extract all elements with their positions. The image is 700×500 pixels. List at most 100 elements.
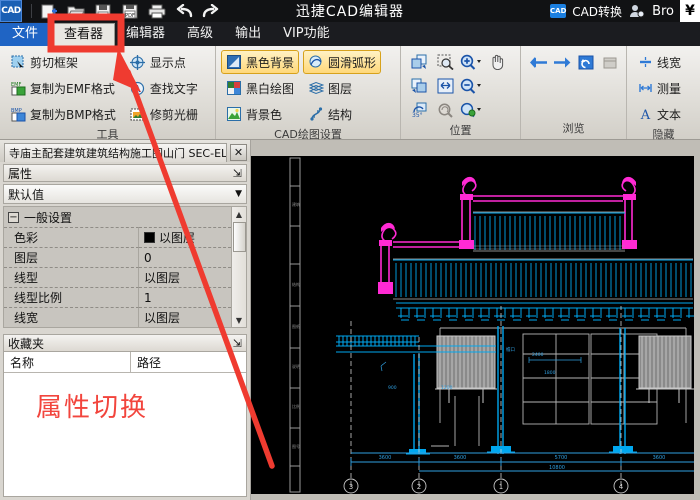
smooth-arc-button[interactable]: 圆滑弧形	[303, 50, 382, 74]
position-icon-grid: 35°	[406, 50, 510, 122]
zoom-in-icon[interactable]	[459, 51, 483, 73]
save-icon[interactable]	[90, 1, 116, 21]
find-text-button[interactable]: A 查找文字	[125, 76, 203, 100]
user-account-icon[interactable]	[628, 4, 644, 19]
trim-raster-button[interactable]: 修剪光栅	[125, 102, 203, 126]
property-name: 线型比例	[4, 287, 139, 307]
svg-text:建筑: 建筑	[292, 201, 300, 207]
measure-button[interactable]: 测量	[632, 76, 686, 100]
rotate-35-icon[interactable]: 35°	[407, 99, 431, 121]
tab-viewer[interactable]: 查看器	[52, 23, 116, 47]
black-background-button[interactable]: 黑色背景	[221, 50, 300, 74]
property-group-row[interactable]: − 一般设置	[4, 207, 231, 227]
title-bar-right: CAD CAD转换 Bro ¥	[550, 0, 700, 22]
copy-emf-button[interactable]: EMF 复制为EMF格式	[5, 76, 121, 100]
favorites-column-path[interactable]: 路径	[131, 352, 246, 373]
chevron-down-icon[interactable]: ▼	[235, 189, 242, 199]
user-name-label[interactable]: Bro	[652, 4, 674, 19]
background-color-button[interactable]: 背景色	[221, 102, 299, 126]
window-icon	[598, 51, 622, 73]
property-grid-scrollbar[interactable]: ▲ ▼	[231, 207, 246, 327]
zoom-out-icon[interactable]	[459, 75, 483, 97]
cad-convert-icon[interactable]: CAD	[550, 4, 566, 18]
property-row-linetype-scale[interactable]: 线型比例 1	[4, 287, 231, 307]
favorites-list[interactable]: 属性切换	[3, 373, 247, 497]
property-row-layer[interactable]: 图层 0	[4, 247, 231, 267]
line-width-button[interactable]: 线宽	[632, 50, 686, 74]
copy-bmp-button[interactable]: BMP 复制为BMP格式	[5, 102, 121, 126]
structure-button[interactable]: 结构	[303, 102, 381, 126]
property-value[interactable]: 0	[139, 247, 231, 267]
property-name: 色彩	[4, 227, 139, 247]
property-value[interactable]: 以图层	[139, 267, 231, 287]
scroll-up-icon[interactable]: ▲	[236, 207, 242, 221]
new-file-icon[interactable]	[36, 1, 62, 21]
tab-advanced[interactable]: 高级	[176, 23, 224, 46]
properties-panel-title: 属性	[8, 166, 33, 181]
property-row-color[interactable]: 色彩 以图层	[4, 227, 231, 247]
tab-vip[interactable]: VIP功能	[272, 23, 341, 46]
svg-text:3600: 3600	[379, 455, 392, 461]
currency-icon[interactable]: ¥	[680, 0, 700, 22]
zoom-window-icon[interactable]	[433, 51, 457, 73]
cad-canvas-pane[interactable]: 建筑 结构 图纸 说明 比例 图号 3600 3600 5700 3600 10…	[250, 140, 700, 500]
redo-icon[interactable]	[198, 1, 224, 21]
property-value[interactable]: 以图层	[139, 307, 231, 327]
svg-text:檐口: 檐口	[506, 346, 515, 353]
pin-icon[interactable]: ⇲	[233, 167, 242, 180]
tab-file[interactable]: 文件	[0, 23, 53, 46]
svg-text:A: A	[639, 108, 650, 121]
favorites-column-name[interactable]: 名称	[4, 352, 131, 373]
scrollbar-thumb[interactable]	[232, 222, 246, 252]
tools-column-1: 剪切框架 EMF 复制为EMF格式 BMP 复制为BMP格式	[5, 50, 121, 126]
property-value[interactable]: 1	[139, 287, 231, 307]
close-icon[interactable]: ✕	[230, 143, 247, 161]
measure-icon	[637, 80, 653, 96]
property-row-lineweight[interactable]: 线宽 以图层	[4, 307, 231, 327]
black-background-label: 黑色背景	[246, 55, 295, 70]
document-tab-bar: 寺庙主配套建筑建筑结构施工图山门 SEC-ELE.png ✕	[0, 140, 250, 162]
position-spacer-2	[485, 99, 509, 121]
zoom-realtime-icon[interactable]	[459, 99, 483, 121]
tools-column-2: 显示点 A 查找文字 修剪光栅	[125, 50, 203, 126]
save-pdf-icon[interactable]: PDF	[117, 1, 143, 21]
trim-raster-label: 修剪光栅	[149, 107, 198, 122]
cad-drawing-area[interactable]: 建筑 结构 图纸 说明 比例 图号 3600 3600 5700 3600 10…	[251, 156, 694, 494]
cad-convert-label[interactable]: CAD转换	[572, 3, 622, 20]
tab-editor[interactable]: 编辑器	[115, 23, 176, 46]
cad-drawing: 建筑结构 图纸说明 比例图号 3600 3600 5700 3600 10800…	[251, 156, 694, 494]
cut-frame-button[interactable]: 剪切框架	[5, 50, 121, 74]
pan-hand-icon[interactable]	[485, 51, 509, 73]
svg-text:图号: 图号	[292, 443, 300, 449]
paste-position-icon[interactable]	[407, 75, 431, 97]
property-value-cell[interactable]: 以图层	[139, 227, 231, 247]
structure-icon	[308, 106, 324, 122]
refresh-icon[interactable]	[574, 51, 598, 73]
document-tab[interactable]: 寺庙主配套建筑建筑结构施工图山门 SEC-ELE.png	[4, 142, 227, 162]
text-button[interactable]: A 文本	[632, 102, 686, 126]
forward-arrow-icon[interactable]	[550, 51, 574, 73]
undo-icon[interactable]	[171, 1, 197, 21]
layers-button[interactable]: 图层	[303, 76, 381, 100]
svg-text:比例: 比例	[292, 403, 300, 409]
show-points-icon	[130, 54, 146, 70]
back-arrow-icon[interactable]	[526, 51, 550, 73]
pin-icon[interactable]: ⇲	[233, 337, 242, 350]
svg-text:10800: 10800	[549, 465, 565, 471]
property-row-linetype[interactable]: 线型 以图层	[4, 267, 231, 287]
layers-icon	[308, 80, 324, 96]
copy-position-icon[interactable]	[407, 51, 431, 73]
open-file-icon[interactable]	[63, 1, 89, 21]
scroll-down-icon[interactable]: ▼	[236, 313, 242, 327]
print-icon[interactable]	[144, 1, 170, 21]
svg-text:图纸: 图纸	[292, 323, 300, 329]
bw-drawing-button[interactable]: 黑白绘图	[221, 76, 299, 100]
svg-text:3: 3	[349, 483, 353, 491]
copy-bmp-label: 复制为BMP格式	[30, 107, 116, 122]
zoom-previous-icon[interactable]	[433, 99, 457, 121]
zoom-extents-icon[interactable]	[433, 75, 457, 97]
show-points-button[interactable]: 显示点	[125, 50, 203, 74]
collapse-icon[interactable]: −	[8, 211, 19, 223]
property-target-select[interactable]: 默认值 ▼	[3, 184, 247, 204]
tab-output[interactable]: 输出	[224, 23, 272, 46]
